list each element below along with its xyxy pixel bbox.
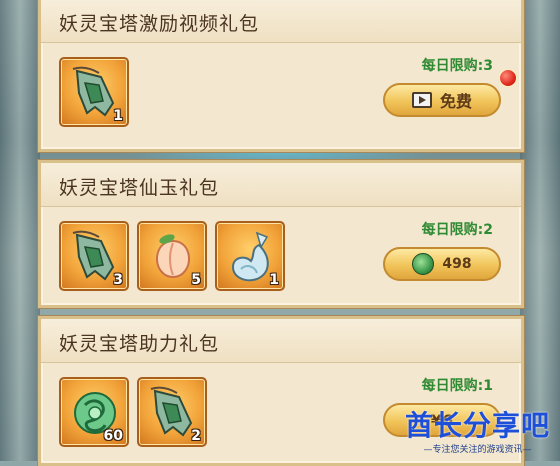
pack-title: 妖灵宝塔仙玉礼包 <box>59 177 220 199</box>
video-play-icon <box>411 92 432 108</box>
item-quantity: 5 <box>191 272 201 288</box>
item-quantity: 60 <box>103 428 123 444</box>
reward-item-slot[interactable]: 1 <box>215 221 285 291</box>
button-price: 498 <box>442 256 472 272</box>
notification-dot <box>499 69 517 87</box>
buy-with-jade-button[interactable]: 498 <box>383 247 501 281</box>
reward-item-slot[interactable]: 3 <box>59 221 129 291</box>
watermark-subtitle: —专注您关注的游戏资讯— <box>423 445 532 455</box>
item-quantity: 2 <box>191 428 201 444</box>
watermark: 酋长分享吧 —专注您关注的游戏资讯— <box>405 404 550 455</box>
item-quantity: 1 <box>113 108 123 124</box>
item-quantity: 3 <box>113 272 123 288</box>
reward-item-slot[interactable]: 2 <box>137 377 207 447</box>
daily-limit-text: 每日限购:1 <box>421 378 493 394</box>
gift-pack-card-jade: 妖灵宝塔仙玉礼包 3 5 1 每日限购:2 498 <box>38 160 524 308</box>
card-header: 妖灵宝塔仙玉礼包 <box>41 163 521 207</box>
reward-item-slot[interactable]: 60 <box>59 377 129 447</box>
background-pillar <box>520 0 560 461</box>
gift-pack-card-video: 妖灵宝塔激励视频礼包 1 每日限购:3 免费 <box>38 0 524 152</box>
card-header: 妖灵宝塔助力礼包 <box>41 319 521 363</box>
item-quantity: 1 <box>269 272 279 288</box>
free-video-button[interactable]: 免费 <box>383 83 501 117</box>
pack-title: 妖灵宝塔激励视频礼包 <box>59 13 260 35</box>
daily-limit-text: 每日限购:3 <box>421 58 493 74</box>
button-label: 免费 <box>439 92 472 111</box>
pack-title: 妖灵宝塔助力礼包 <box>59 333 220 355</box>
background-pillar <box>0 0 40 461</box>
reward-item-slot[interactable]: 1 <box>59 57 129 127</box>
card-header: 妖灵宝塔激励视频礼包 <box>41 0 521 43</box>
reward-item-slot[interactable]: 5 <box>137 221 207 291</box>
jade-currency-icon <box>412 253 435 275</box>
watermark-title: 酋长分享吧 <box>404 409 550 442</box>
daily-limit-text: 每日限购:2 <box>421 222 493 238</box>
